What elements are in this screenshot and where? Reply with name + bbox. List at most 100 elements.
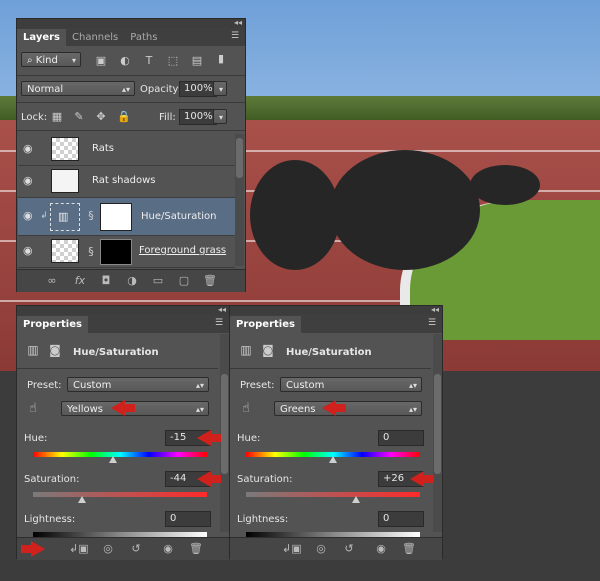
lock-label: Lock: — [21, 112, 48, 123]
visibility-eye-icon[interactable]: ◉ — [161, 543, 175, 555]
lock-brush-icon[interactable]: ✎ — [73, 111, 85, 123]
tab-properties[interactable]: Properties — [230, 316, 301, 333]
properties-title: Hue/Saturation — [286, 347, 372, 358]
filter-kind-dropdown[interactable]: ⌕ Kind ▾ — [21, 52, 81, 67]
saturation-slider-track[interactable] — [33, 492, 207, 497]
layer-row[interactable]: ◉ § Foreground grass — [18, 236, 235, 268]
hue-slider-thumb[interactable] — [329, 456, 337, 463]
lightness-input[interactable]: 0 — [378, 511, 424, 527]
blend-mode-dropdown[interactable]: Normal ▴▾ — [21, 81, 135, 96]
panel-menu-icon[interactable]: ☰ — [231, 31, 241, 41]
filter-toggle-icon[interactable]: ▮ — [215, 53, 227, 65]
view-previous-state-icon[interactable]: ◎ — [101, 543, 115, 555]
new-layer-icon[interactable]: ▢ — [177, 275, 191, 287]
properties-scrollbar[interactable] — [220, 334, 229, 532]
visibility-eye-icon[interactable]: ◉ — [23, 210, 37, 221]
mask-icon[interactable]: ◙ — [49, 344, 61, 356]
layer-row[interactable]: ◉ Rat shadows — [18, 166, 235, 198]
layer-thumbnail — [51, 169, 79, 193]
hue-input[interactable]: 0 — [378, 430, 424, 446]
smart-object-filter-icon[interactable]: ▤ — [191, 55, 203, 67]
range-dropdown[interactable]: Yellows ▴▾ — [61, 401, 209, 416]
blend-mode-label: Normal — [27, 84, 64, 95]
group-icon[interactable]: ▭ — [151, 275, 165, 287]
trash-icon[interactable]: 🗑 — [203, 275, 217, 287]
layer-thumbnail — [51, 239, 79, 263]
preset-dropdown[interactable]: Custom ▴▾ — [280, 377, 422, 392]
layer-row-selected[interactable]: ◉ ↲ ▥ § Hue/Saturation — [18, 198, 235, 236]
properties-scrollbar[interactable] — [433, 334, 442, 532]
preset-dropdown[interactable]: Custom ▴▾ — [67, 377, 209, 392]
saturation-slider-thumb[interactable] — [351, 496, 360, 503]
hue-slider-thumb[interactable] — [109, 456, 118, 463]
chevron-down-icon: ▾ — [218, 85, 223, 94]
properties-tabs: Properties ☰ — [17, 315, 229, 333]
targeted-adjustment-hand-icon[interactable]: ☝ — [27, 402, 39, 415]
targeted-adjustment-hand-icon[interactable]: ☝ — [240, 402, 252, 415]
saturation-slider-track[interactable] — [246, 492, 420, 497]
collapse-icon[interactable]: ◂◂ — [431, 305, 439, 314]
mask-icon[interactable]: ◘ — [99, 275, 113, 287]
type-filter-icon[interactable]: T — [143, 55, 155, 67]
layer-mask-thumbnail[interactable] — [100, 203, 132, 231]
divider — [17, 75, 245, 76]
rat-head — [470, 165, 540, 205]
lightness-label: Lightness: — [24, 514, 76, 525]
hue-slider-track[interactable] — [33, 452, 207, 457]
reset-icon[interactable]: ↺ — [129, 543, 143, 555]
fill-input[interactable]: 100% — [179, 109, 217, 125]
preset-value: Custom — [73, 380, 112, 391]
lock-transparent-icon[interactable]: ▦ — [51, 111, 63, 123]
panel-top-strip: ◂◂ — [17, 305, 229, 315]
visibility-eye-icon[interactable]: ◉ — [23, 143, 37, 154]
panel-menu-icon[interactable]: ☰ — [428, 318, 438, 328]
range-value: Yellows — [67, 404, 103, 415]
chain-link-icon[interactable]: § — [85, 246, 97, 258]
scrollbar-thumb[interactable] — [221, 374, 228, 474]
layers-panel: ◂◂ Layers Channels Paths ☰ ⌕ Kind ▾ ▣ ◐ T… — [16, 18, 246, 292]
layer-name: Rat shadows — [92, 175, 156, 186]
fill-dropdown[interactable]: ▾ — [213, 109, 227, 124]
clip-to-layer-icon[interactable]: ↲▣ — [282, 543, 302, 555]
shape-filter-icon[interactable]: ⬚ — [167, 55, 179, 67]
opacity-input[interactable]: 100% — [179, 81, 217, 97]
collapse-icon[interactable]: ◂◂ — [218, 305, 226, 314]
divider — [17, 130, 245, 131]
layer-mask-thumbnail[interactable] — [100, 239, 132, 265]
scrollbar-thumb[interactable] — [236, 138, 243, 178]
pixel-filter-icon[interactable]: ▣ — [95, 55, 107, 67]
layer-name: Hue/Saturation — [141, 211, 217, 222]
layers-scrollbar[interactable] — [235, 134, 244, 266]
opacity-dropdown[interactable]: ▾ — [213, 81, 227, 96]
visibility-eye-icon[interactable]: ◉ — [374, 543, 388, 555]
fx-icon[interactable]: fx — [73, 275, 87, 287]
collapse-icon[interactable]: ◂◂ — [234, 18, 242, 27]
arrow-tail — [21, 545, 31, 553]
chain-link-icon[interactable]: § — [85, 210, 97, 222]
lock-move-icon[interactable]: ✥ — [95, 111, 107, 123]
layer-row[interactable]: ◉ Rats — [18, 134, 235, 166]
reset-icon[interactable]: ↺ — [342, 543, 356, 555]
visibility-eye-icon[interactable]: ◉ — [23, 245, 37, 256]
lightness-input[interactable]: 0 — [165, 511, 211, 527]
clip-to-layer-icon[interactable]: ↲▣ — [69, 543, 89, 555]
visibility-eye-icon[interactable]: ◉ — [23, 175, 37, 186]
trash-icon[interactable]: 🗑 — [402, 543, 416, 555]
tab-properties[interactable]: Properties — [17, 316, 88, 333]
tab-channels[interactable]: Channels — [66, 29, 124, 46]
rat-figure — [330, 150, 480, 270]
link-icon[interactable]: ∞ — [45, 275, 59, 287]
view-previous-state-icon[interactable]: ◎ — [314, 543, 328, 555]
trash-icon[interactable]: 🗑 — [189, 543, 203, 555]
adjustment-icon[interactable]: ◑ — [125, 275, 139, 287]
scrollbar-thumb[interactable] — [434, 374, 441, 474]
range-dropdown[interactable]: Greens ▴▾ — [274, 401, 422, 416]
mask-icon[interactable]: ◙ — [262, 344, 274, 356]
tab-paths[interactable]: Paths — [124, 29, 163, 46]
panel-menu-icon[interactable]: ☰ — [215, 318, 225, 328]
adjustment-filter-icon[interactable]: ◐ — [119, 55, 131, 67]
layers-footer: ∞ fx ◘ ◑ ▭ ▢ 🗑 — [17, 269, 245, 292]
saturation-slider-thumb[interactable] — [77, 496, 86, 503]
tab-layers[interactable]: Layers — [17, 29, 66, 46]
lock-all-icon[interactable]: 🔒 — [117, 111, 131, 123]
